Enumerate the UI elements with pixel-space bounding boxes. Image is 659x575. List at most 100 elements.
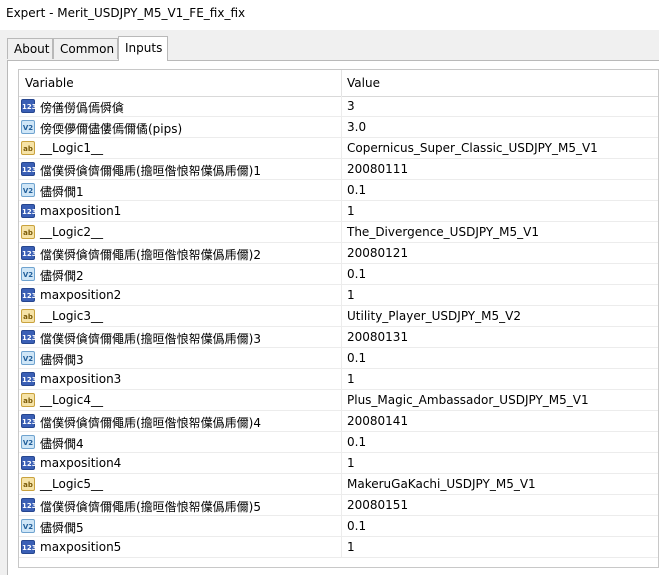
variable-name: 儅僕僢僋儕儞僶乕(擔晅偺悢帤僷僞乕儞)5	[40, 500, 261, 514]
tab-common[interactable]: Common	[53, 38, 118, 59]
table-row[interactable]: V2 儘僢僩5 0.1	[19, 516, 658, 537]
table-row[interactable]: 123 儅僕僢僋儕儞僶乕(擔晅偺悢帤僷僞乕儞)3 20080131	[19, 327, 658, 348]
table-row[interactable]: 123 儅僕僢僋儕儞僶乕(擔晅偺悢帤僷僞乕儞)5 20080151	[19, 495, 658, 516]
table-row[interactable]: 123 儅僕僢僋儕儞僶乕(擔晅偺悢帤僷僞乕儞)1 20080111	[19, 159, 658, 180]
int-type-icon: 123	[21, 99, 37, 113]
table-row[interactable]: ab __Logic1__ Copernicus_Super_Classic_USD…	[19, 138, 658, 159]
variable-name: maxposition4	[40, 456, 122, 470]
table-row[interactable]: ab __Logic5__ MakeruGaKachi_USDJPY_M5_V1	[19, 474, 658, 495]
table-row[interactable]: 123 maxposition3 1	[19, 369, 658, 390]
variable-value[interactable]: 1	[347, 540, 355, 554]
inputs-grid: Variable Value 123 傍僐僗僞傿僢僋 3 V2 傍偄儚儞儘僂傿儞僪(pi…	[18, 69, 659, 568]
cell-divider	[341, 96, 342, 117]
title-bar: Expert - Merit_USDJPY_M5_V1_FE_fix_fix	[0, 0, 659, 30]
table-row[interactable]: 123 傍僐僗僞傿僢僋 3	[19, 96, 658, 117]
variable-value[interactable]: 0.1	[347, 183, 366, 197]
variable-name: 傍僐僗僞傿僢僋	[40, 101, 125, 115]
variable-value[interactable]: The_Divergence_USDJPY_M5_V1	[347, 225, 539, 239]
variable-value[interactable]: Plus_Magic_Ambassador_USDJPY_M5_V1	[347, 393, 589, 407]
tab-inputs[interactable]: Inputs	[118, 36, 168, 61]
cell-divider	[341, 495, 342, 516]
string-type-icon: ab	[21, 309, 35, 323]
variable-name: 儘僢僩3	[40, 353, 84, 367]
variable-name: __Logic4__	[40, 393, 103, 407]
table-row[interactable]: ab __Logic4__ Plus_Magic_Ambassador_USDJPY…	[19, 390, 658, 411]
cell-divider	[341, 138, 342, 159]
int-type-icon: 123	[21, 288, 37, 302]
int-type-icon: 123	[21, 414, 37, 428]
cell-divider	[341, 390, 342, 411]
variable-name: 儘僢僩4	[40, 437, 84, 451]
grid-rows: 123 傍僐僗僞傿僢僋 3 V2 傍偄儚儞儘僂傿儞僪(pips) 3.0 ab __Logic…	[19, 96, 658, 558]
variable-value[interactable]: 1	[347, 288, 355, 302]
cell-divider	[341, 348, 342, 369]
variable-name: __Logic1__	[40, 141, 103, 155]
variable-name: 儘僢僩2	[40, 269, 84, 283]
cell-divider	[341, 453, 342, 474]
tab-inputs-label: Inputs	[125, 41, 163, 55]
table-row[interactable]: 123 儅僕僢僋儕儞僶乕(擔晅偺悢帤僷僞乕儞)2 20080121	[19, 243, 658, 264]
variable-name: 儘僢僩1	[40, 185, 84, 199]
variable-name: maxposition1	[40, 204, 122, 218]
window-title: Expert - Merit_USDJPY_M5_V1_FE_fix_fix	[6, 6, 246, 20]
column-header-variable[interactable]: Variable	[25, 76, 74, 90]
table-row[interactable]: ab __Logic2__ The_Divergence_USDJPY_M5_V1	[19, 222, 658, 243]
cell-divider	[341, 201, 342, 222]
variable-value[interactable]: Copernicus_Super_Classic_USDJPY_M5_V1	[347, 141, 598, 155]
table-row[interactable]: V2 傍偄儚儞儘僂傿儞僪(pips) 3.0	[19, 117, 658, 138]
column-header-value[interactable]: Value	[347, 76, 380, 90]
variable-name: __Logic2__	[40, 225, 103, 239]
cell-divider	[341, 432, 342, 453]
string-type-icon: ab	[21, 477, 35, 491]
cell-divider	[341, 411, 342, 432]
cell-divider	[341, 180, 342, 201]
column-divider[interactable]	[341, 70, 342, 96]
double-type-icon: V2	[21, 267, 35, 281]
int-type-icon: 123	[21, 456, 37, 470]
int-type-icon: 123	[21, 540, 37, 554]
tab-common-label: Common	[60, 42, 115, 56]
variable-value[interactable]: 0.1	[347, 435, 366, 449]
variable-value[interactable]: 3	[347, 99, 355, 113]
table-row[interactable]: V2 儘僢僩1 0.1	[19, 180, 658, 201]
variable-name: maxposition5	[40, 540, 122, 554]
double-type-icon: V2	[21, 120, 35, 134]
table-row[interactable]: 123 maxposition1 1	[19, 201, 658, 222]
variable-value[interactable]: MakeruGaKachi_USDJPY_M5_V1	[347, 477, 536, 491]
table-row[interactable]: 123 maxposition4 1	[19, 453, 658, 474]
int-type-icon: 123	[21, 204, 37, 218]
variable-name: maxposition2	[40, 288, 122, 302]
table-row[interactable]: ab __Logic3__ Utility_Player_USDJPY_M5_V2	[19, 306, 658, 327]
table-row[interactable]: 123 maxposition5 1	[19, 537, 658, 558]
table-row[interactable]: V2 儘僢僩3 0.1	[19, 348, 658, 369]
string-type-icon: ab	[21, 225, 35, 239]
tab-about[interactable]: About	[7, 38, 53, 59]
table-row[interactable]: V2 儘僢僩2 0.1	[19, 264, 658, 285]
variable-value[interactable]: 20080131	[347, 330, 408, 344]
cell-divider	[341, 327, 342, 348]
cell-divider	[341, 222, 342, 243]
variable-value[interactable]: Utility_Player_USDJPY_M5_V2	[347, 309, 521, 323]
variable-value[interactable]: 3.0	[347, 120, 366, 134]
variable-value[interactable]: 1	[347, 456, 355, 470]
inputs-panel: Variable Value 123 傍僐僗僞傿僢僋 3 V2 傍偄儚儞儘僂傿儞僪(pi…	[7, 60, 659, 575]
variable-value[interactable]: 20080151	[347, 498, 408, 512]
variable-value[interactable]: 20080141	[347, 414, 408, 428]
variable-value[interactable]: 1	[347, 372, 355, 386]
cell-divider	[341, 285, 342, 306]
variable-value[interactable]: 0.1	[347, 267, 366, 281]
int-type-icon: 123	[21, 372, 37, 386]
variable-value[interactable]: 0.1	[347, 519, 366, 533]
table-row[interactable]: V2 儘僢僩4 0.1	[19, 432, 658, 453]
variable-value[interactable]: 20080111	[347, 162, 408, 176]
variable-value[interactable]: 20080121	[347, 246, 408, 260]
cell-divider	[341, 474, 342, 495]
variable-value[interactable]: 0.1	[347, 351, 366, 365]
cell-divider	[341, 264, 342, 285]
int-type-icon: 123	[21, 498, 37, 512]
table-row[interactable]: 123 儅僕僢僋儕儞僶乕(擔晅偺悢帤僷僞乕儞)4 20080141	[19, 411, 658, 432]
variable-name: 儘僢僩5	[40, 521, 84, 535]
variable-value[interactable]: 1	[347, 204, 355, 218]
string-type-icon: ab	[21, 393, 35, 407]
table-row[interactable]: 123 maxposition2 1	[19, 285, 658, 306]
